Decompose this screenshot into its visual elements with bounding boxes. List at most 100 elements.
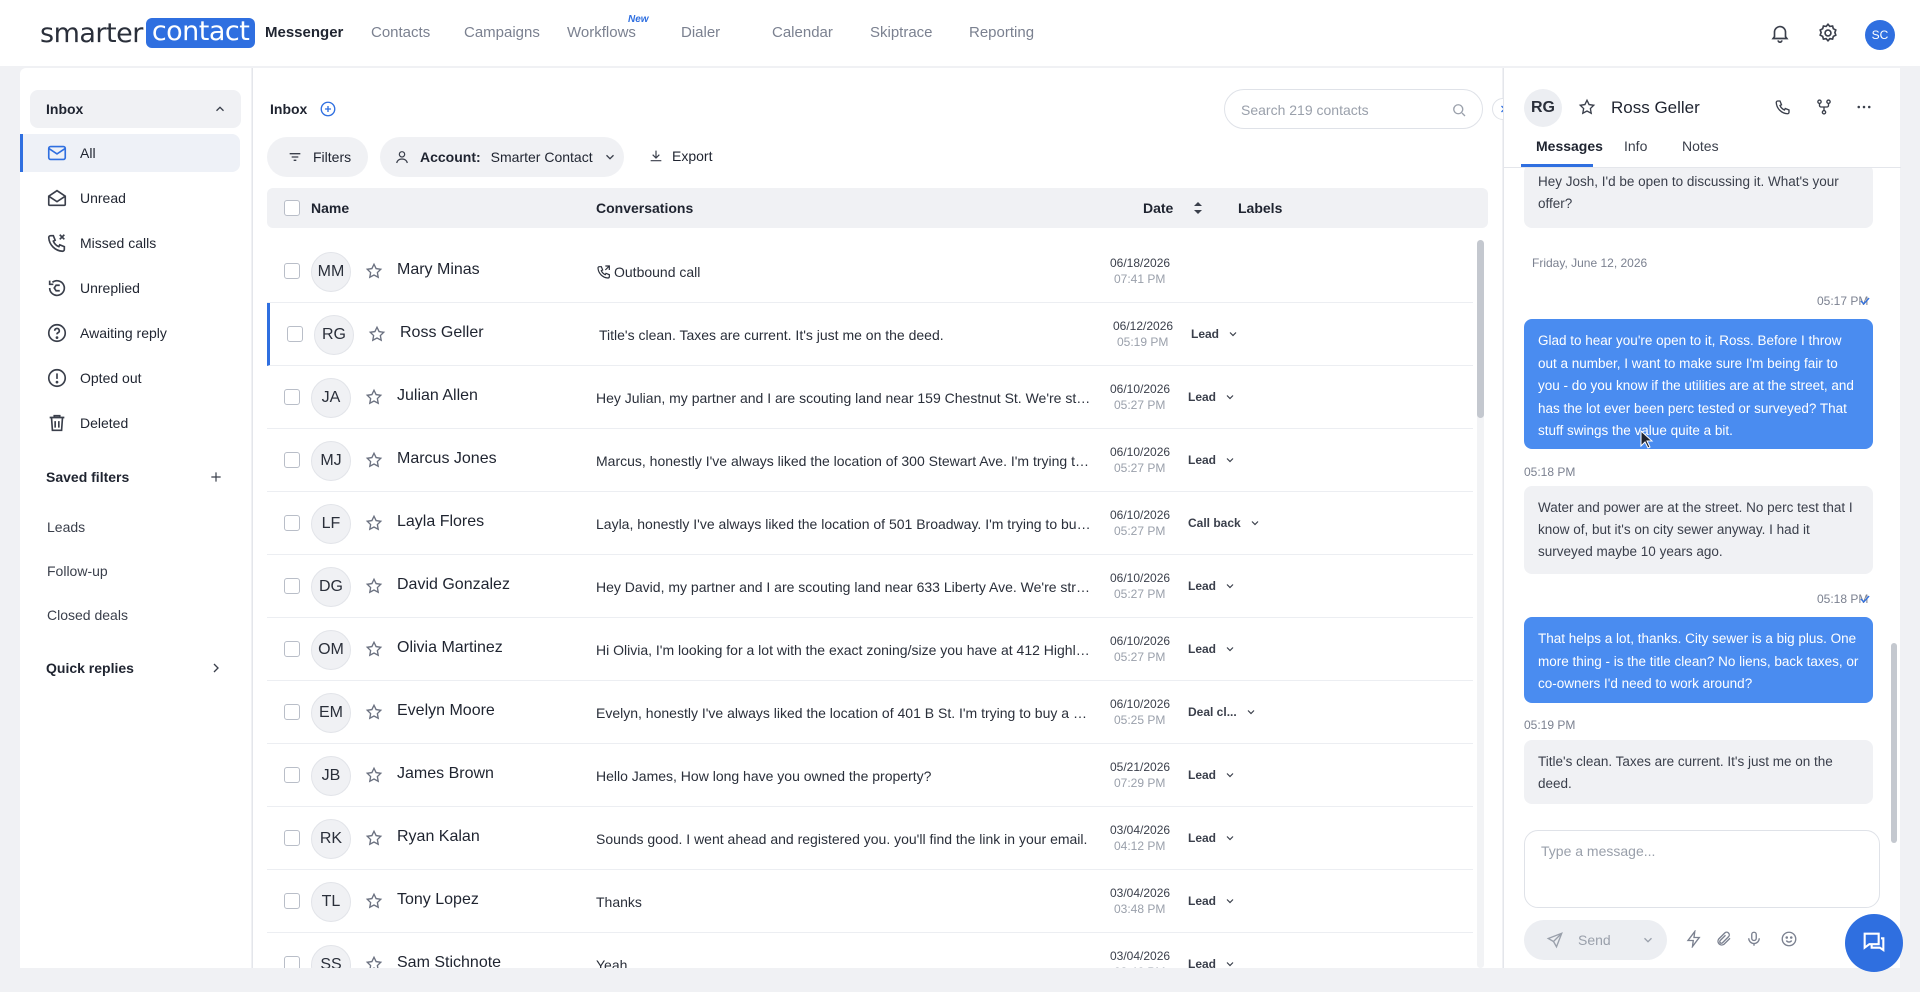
filters-button[interactable]: Filters — [267, 137, 368, 177]
sort-icon[interactable] — [1192, 201, 1204, 215]
label-dropdown[interactable]: Lead — [1188, 957, 1236, 968]
nav-workflows[interactable]: Workflows — [567, 24, 636, 41]
sidebar-item-unread[interactable]: Unread — [20, 179, 240, 217]
more-options-icon[interactable] — [1855, 98, 1873, 116]
tab-info[interactable]: Info — [1624, 138, 1647, 154]
add-filter-icon[interactable] — [208, 469, 224, 485]
row-checkbox[interactable] — [284, 956, 300, 968]
row-checkbox[interactable] — [284, 893, 300, 909]
table-row[interactable]: RK Ryan Kalan Sounds good. I went ahead an… — [267, 807, 1473, 870]
label-dropdown[interactable]: Lead — [1188, 642, 1236, 656]
chat-scrollbar[interactable] — [1891, 168, 1897, 843]
microphone-icon[interactable] — [1745, 930, 1763, 948]
sidebar-item-opted-out[interactable]: Opted out — [20, 359, 240, 397]
row-checkbox[interactable] — [284, 389, 300, 405]
support-chat-button[interactable] — [1845, 914, 1903, 972]
nav-messenger[interactable]: Messenger — [265, 24, 343, 41]
star-icon[interactable] — [1578, 98, 1596, 116]
table-row[interactable]: LF Layla Flores Layla, honestly I've alway… — [267, 492, 1473, 555]
table-row[interactable]: EM Evelyn Moore Evelyn, honestly I've alwa… — [267, 681, 1473, 744]
star-icon[interactable] — [365, 577, 383, 595]
select-all-checkbox[interactable] — [284, 200, 300, 216]
label-dropdown[interactable]: Lead — [1188, 768, 1236, 782]
table-scrollbar[interactable] — [1477, 240, 1484, 968]
scrollbar-thumb[interactable] — [1891, 643, 1897, 843]
nav-calendar[interactable]: Calendar — [772, 24, 833, 41]
table-row[interactable]: MM Mary Minas Outbound call 06/18/2026 07:41… — [267, 240, 1473, 303]
sidebar-item-all[interactable]: All — [20, 134, 240, 172]
star-icon[interactable] — [365, 451, 383, 469]
account-selector[interactable]: Account: Smarter Contact — [380, 137, 624, 177]
scrollbar-thumb[interactable] — [1477, 240, 1484, 418]
row-checkbox[interactable] — [284, 263, 300, 279]
table-row[interactable]: RG Ross Geller Title's clean. Taxes are cu… — [267, 303, 1473, 366]
row-checkbox[interactable] — [284, 515, 300, 531]
star-icon[interactable] — [365, 640, 383, 658]
search-input[interactable]: Search 219 contacts — [1224, 89, 1483, 129]
bell-icon[interactable] — [1769, 22, 1791, 44]
send-button[interactable]: Send — [1524, 920, 1667, 960]
star-icon[interactable] — [365, 955, 383, 968]
label-dropdown[interactable]: Deal cl... — [1188, 705, 1257, 719]
message-input[interactable]: Type a message... — [1524, 830, 1880, 908]
lightning-icon[interactable] — [1685, 930, 1703, 948]
star-icon[interactable] — [365, 262, 383, 280]
export-button[interactable]: Export — [648, 148, 712, 164]
star-icon[interactable] — [365, 514, 383, 532]
label-dropdown[interactable]: Lead — [1188, 453, 1236, 467]
column-date[interactable]: Date — [1143, 200, 1173, 216]
nav-dialer[interactable]: Dialer — [681, 24, 720, 41]
saved-filter-closed-deals[interactable]: Closed deals — [47, 607, 128, 623]
star-icon[interactable] — [365, 829, 383, 847]
column-name[interactable]: Name — [311, 200, 349, 216]
star-icon[interactable] — [365, 892, 383, 910]
label-dropdown[interactable]: Lead — [1191, 327, 1239, 341]
gear-icon[interactable] — [1817, 22, 1839, 44]
user-avatar[interactable]: SC — [1865, 20, 1895, 50]
row-checkbox[interactable] — [287, 326, 303, 342]
row-checkbox[interactable] — [284, 578, 300, 594]
inbox-folder-header[interactable]: Inbox — [30, 90, 241, 128]
table-row[interactable]: MJ Marcus Jones Marcus, honestly I've alwa… — [267, 429, 1473, 492]
star-icon[interactable] — [365, 388, 383, 406]
chevron-right-icon[interactable] — [208, 660, 224, 676]
label-dropdown[interactable]: Lead — [1188, 579, 1236, 593]
sidebar-item-awaiting-reply[interactable]: Awaiting reply — [20, 314, 240, 352]
table-row[interactable]: SS Sam Stichnote Yeah 03/04/2026 03:46 PM Lea… — [267, 933, 1473, 968]
row-checkbox[interactable] — [284, 704, 300, 720]
row-checkbox[interactable] — [284, 830, 300, 846]
row-checkbox[interactable] — [284, 641, 300, 657]
saved-filter-follow-up[interactable]: Follow-up — [47, 563, 108, 579]
workflow-icon[interactable] — [1815, 98, 1833, 116]
row-checkbox[interactable] — [284, 452, 300, 468]
tab-notes[interactable]: Notes — [1682, 138, 1719, 154]
star-icon[interactable] — [365, 766, 383, 784]
table-row[interactable]: TL Tony Lopez Thanks 03/04/2026 03:48 PM Lead — [267, 870, 1473, 933]
label-dropdown[interactable]: Call back — [1188, 516, 1261, 530]
label-dropdown[interactable]: Lead — [1188, 894, 1236, 908]
nav-skiptrace[interactable]: Skiptrace — [870, 24, 933, 41]
nav-reporting[interactable]: Reporting — [969, 24, 1034, 41]
phone-icon[interactable] — [1774, 98, 1792, 116]
tab-messages[interactable]: Messages — [1536, 138, 1603, 154]
attachment-icon[interactable] — [1715, 930, 1733, 948]
smarter-contact-logo[interactable]: smarter contact — [40, 18, 256, 49]
sidebar-item-deleted[interactable]: Deleted — [20, 404, 240, 442]
table-row[interactable]: DG David Gonzalez Hey David, my partner an… — [267, 555, 1473, 618]
saved-filter-leads[interactable]: Leads — [47, 519, 85, 535]
sidebar-item-missed-calls[interactable]: Missed calls — [20, 224, 240, 262]
sidebar-item-unreplied[interactable]: Unreplied — [20, 269, 240, 307]
chevron-down-icon[interactable] — [1641, 933, 1655, 947]
emoji-icon[interactable] — [1780, 930, 1798, 948]
add-circle-icon[interactable] — [319, 100, 337, 118]
table-row[interactable]: OM Olivia Martinez Hi Olivia, I'm looking … — [267, 618, 1473, 681]
label-dropdown[interactable]: Lead — [1188, 831, 1236, 845]
table-row[interactable]: JA Julian Allen Hey Julian, my partner and… — [267, 366, 1473, 429]
nav-contacts[interactable]: Contacts — [371, 24, 430, 41]
quick-replies-heading[interactable]: Quick replies — [46, 660, 134, 676]
row-checkbox[interactable] — [284, 767, 300, 783]
nav-campaigns[interactable]: Campaigns — [464, 24, 540, 41]
table-row[interactable]: JB James Brown Hello James, How long have … — [267, 744, 1473, 807]
star-icon[interactable] — [365, 703, 383, 721]
label-dropdown[interactable]: Lead — [1188, 390, 1236, 404]
